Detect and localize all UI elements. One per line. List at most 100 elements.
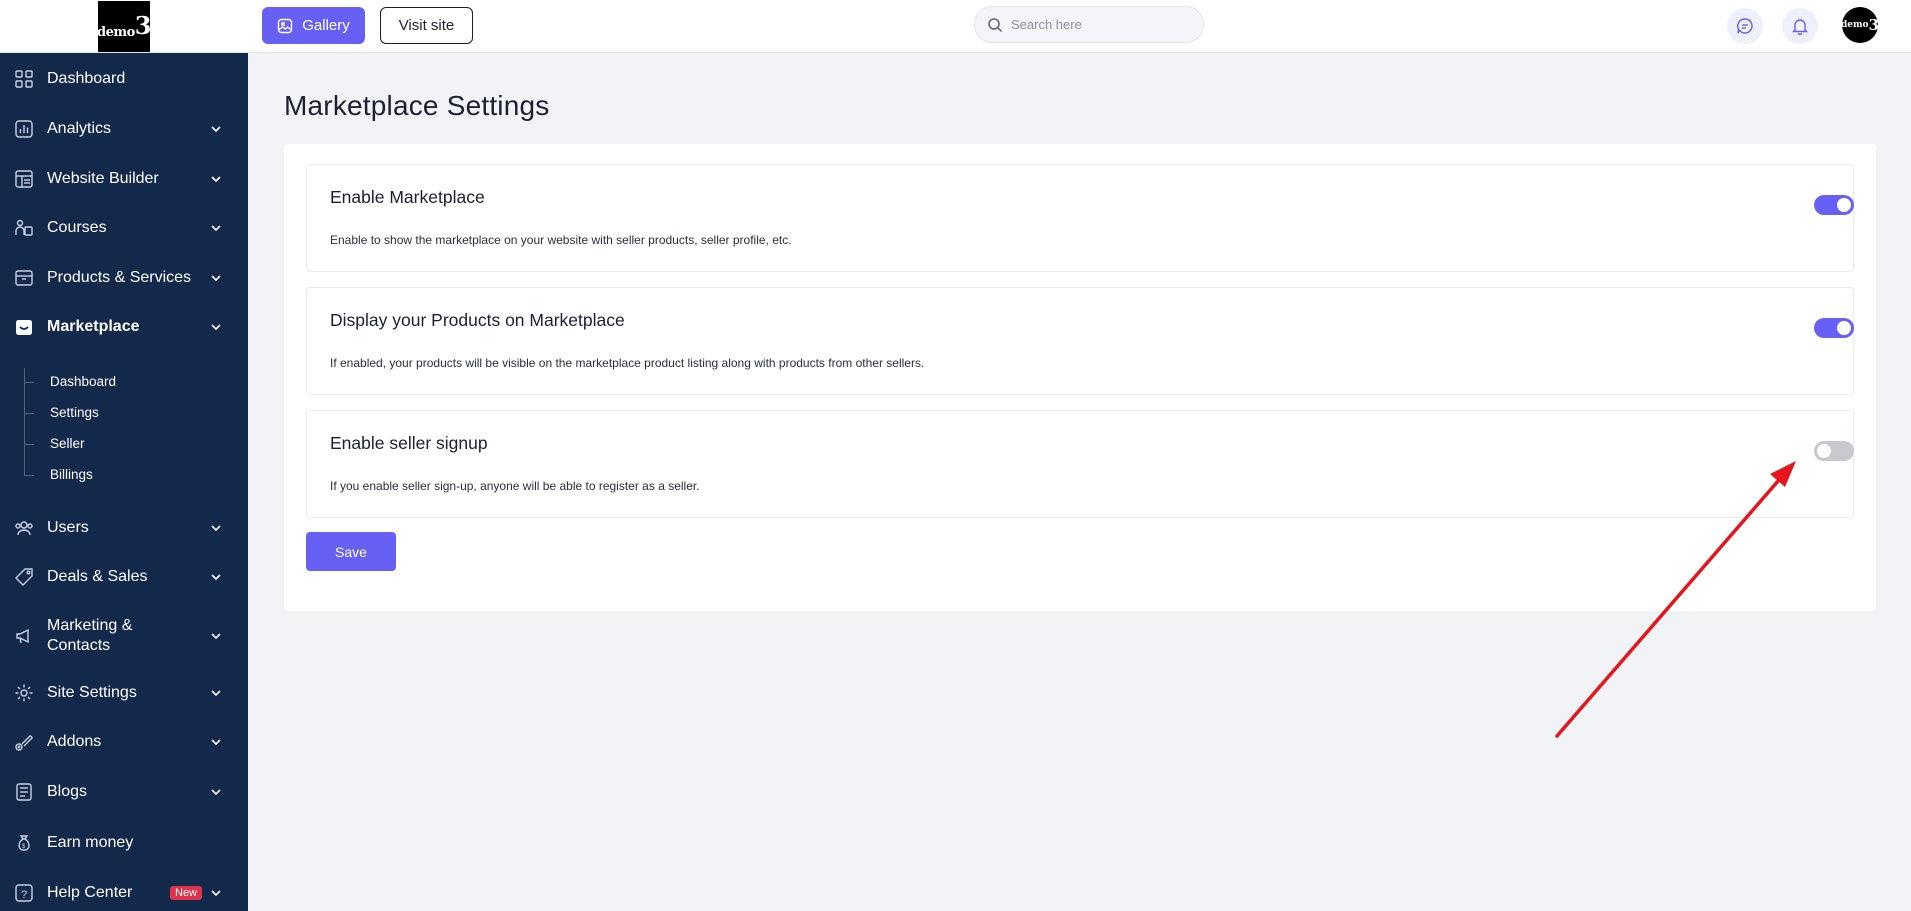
- store-icon: [14, 317, 34, 337]
- sidebar-item-products-services[interactable]: Products & Services: [0, 266, 248, 290]
- svg-text:$: $: [22, 844, 26, 850]
- chevron-down-icon: [211, 225, 221, 232]
- submenu-tree-line: [24, 368, 25, 476]
- chevron-down-icon: [211, 126, 221, 133]
- submenu-tick: [24, 475, 34, 476]
- chevron-down-icon: [211, 690, 221, 697]
- users-icon: [14, 518, 34, 538]
- submenu-item-seller[interactable]: Seller: [50, 436, 85, 451]
- sidebar-item-label: Addons: [47, 733, 102, 750]
- chevron-down-icon: [211, 324, 221, 331]
- setting-title: Enable Marketplace: [330, 187, 485, 207]
- chevron-down-icon: [211, 525, 221, 532]
- enable-seller-signup-toggle[interactable]: [1814, 441, 1854, 461]
- sidebar-item-label: Blogs: [47, 783, 88, 800]
- sidebar-item-label: Courses: [47, 219, 107, 236]
- logo-area: demo 3: [0, 0, 248, 53]
- megaphone-icon: [14, 626, 34, 646]
- grid-icon: [14, 69, 34, 89]
- sidebar-item-label: Marketing & Contacts: [47, 617, 133, 654]
- sidebar-item-marketplace[interactable]: Marketplace: [0, 315, 248, 339]
- sidebar-item-label: Website Builder: [47, 170, 159, 187]
- box-icon: [14, 268, 34, 288]
- search-box[interactable]: [974, 6, 1204, 43]
- search-icon: [988, 17, 1003, 32]
- submenu-item-billings[interactable]: Billings: [50, 467, 93, 482]
- toggle-knob: [1837, 321, 1851, 335]
- sidebar-item-website-builder[interactable]: Website Builder: [0, 167, 248, 191]
- sidebar-item-label: Analytics: [47, 120, 112, 137]
- sidebar-item-label: Users: [47, 519, 89, 536]
- setting-display-products: Display your Products on Marketplace If …: [306, 287, 1854, 395]
- chevron-down-icon: [211, 176, 221, 183]
- chevron-down-icon: [211, 789, 221, 796]
- layout-icon: [14, 169, 34, 189]
- submenu-tick: [24, 382, 34, 383]
- help-icon: ?: [14, 883, 34, 903]
- gallery-icon: [278, 18, 293, 33]
- submenu-tick: [24, 444, 34, 445]
- tag-icon: [14, 567, 34, 587]
- bell-icon: [1791, 19, 1809, 35]
- setting-title: Display your Products on Marketplace: [330, 310, 625, 330]
- chevron-down-icon: [211, 633, 221, 640]
- money-bag-icon: $: [14, 833, 34, 853]
- setting-description: Enable to show the marketplace on your w…: [330, 233, 792, 247]
- courses-icon: [14, 218, 34, 238]
- setting-description: If enabled, your products will be visibl…: [330, 356, 925, 370]
- sidebar-item-label: Deals & Sales: [47, 568, 148, 585]
- sidebar-item-label: Marketplace: [47, 318, 140, 335]
- sidebar-item-blogs[interactable]: Blogs: [0, 780, 248, 804]
- toggle-knob: [1817, 444, 1831, 458]
- sidebar-item-users[interactable]: Users: [0, 516, 248, 540]
- sidebar-item-dashboard[interactable]: Dashboard: [0, 67, 248, 91]
- sidebar-item-courses[interactable]: Courses: [0, 216, 248, 240]
- chevron-down-icon: [211, 739, 221, 746]
- gallery-button[interactable]: Gallery: [262, 7, 365, 44]
- visit-site-button[interactable]: Visit site: [380, 7, 473, 44]
- messages-button[interactable]: [1727, 8, 1763, 44]
- sidebar-item-label: Site Settings: [47, 684, 137, 701]
- sidebar-item-deals-sales[interactable]: Deals & Sales: [0, 565, 248, 589]
- page-title: Marketplace Settings: [284, 90, 550, 121]
- toggle-knob: [1837, 198, 1851, 212]
- enable-marketplace-toggle[interactable]: [1814, 195, 1854, 215]
- display-products-toggle[interactable]: [1814, 318, 1854, 338]
- sidebar-item-analytics[interactable]: Analytics: [0, 117, 248, 141]
- chevron-down-icon: [211, 275, 221, 282]
- logo[interactable]: demo 3: [97, 0, 152, 52]
- sidebar: demo 3 Dashboard Analytics Website Builde…: [0, 0, 248, 911]
- sidebar-item-label: Products & Services: [47, 269, 192, 286]
- chevron-down-icon: [211, 574, 221, 581]
- topbar: Gallery Visit site demo3: [248, 0, 1911, 53]
- sidebar-item-addons[interactable]: Addons: [0, 730, 248, 754]
- addons-icon: [14, 732, 34, 752]
- save-button[interactable]: Save: [306, 532, 396, 571]
- blog-icon: [14, 782, 34, 802]
- sidebar-item-help-center[interactable]: ? Help Center New: [0, 881, 248, 905]
- sidebar-item-earn-money[interactable]: $ Earn money: [0, 831, 248, 855]
- sidebar-item-label: Dashboard: [47, 70, 126, 87]
- sidebar-item-label: Earn money: [47, 834, 134, 851]
- notifications-button[interactable]: [1782, 8, 1818, 44]
- search-input[interactable]: [1011, 17, 1181, 32]
- settings-card: Enable Marketplace Enable to show the ma…: [284, 144, 1876, 611]
- svg-text:?: ?: [21, 889, 27, 901]
- chat-icon: [1737, 18, 1753, 34]
- gallery-button-label: Gallery: [302, 17, 350, 34]
- chart-icon: [14, 119, 34, 139]
- new-badge: New: [170, 886, 203, 900]
- sidebar-item-label: Help Center: [47, 884, 133, 901]
- submenu-tick: [24, 413, 34, 414]
- setting-enable-marketplace: Enable Marketplace Enable to show the ma…: [306, 164, 1854, 272]
- setting-enable-seller-signup: Enable seller signup If you enable selle…: [306, 410, 1854, 518]
- avatar[interactable]: demo 3: [1841, 7, 1879, 43]
- sidebar-item-site-settings[interactable]: Site Settings: [0, 681, 248, 705]
- chevron-down-icon: [211, 890, 221, 897]
- gear-icon: [14, 683, 34, 703]
- setting-description: If you enable seller sign-up, anyone wil…: [330, 479, 700, 493]
- submenu-item-settings[interactable]: Settings: [50, 405, 99, 420]
- setting-title: Enable seller signup: [330, 433, 488, 453]
- sidebar-item-marketing-contacts[interactable]: Marketing & Contacts: [0, 614, 248, 658]
- submenu-item-dashboard[interactable]: Dashboard: [50, 374, 116, 389]
